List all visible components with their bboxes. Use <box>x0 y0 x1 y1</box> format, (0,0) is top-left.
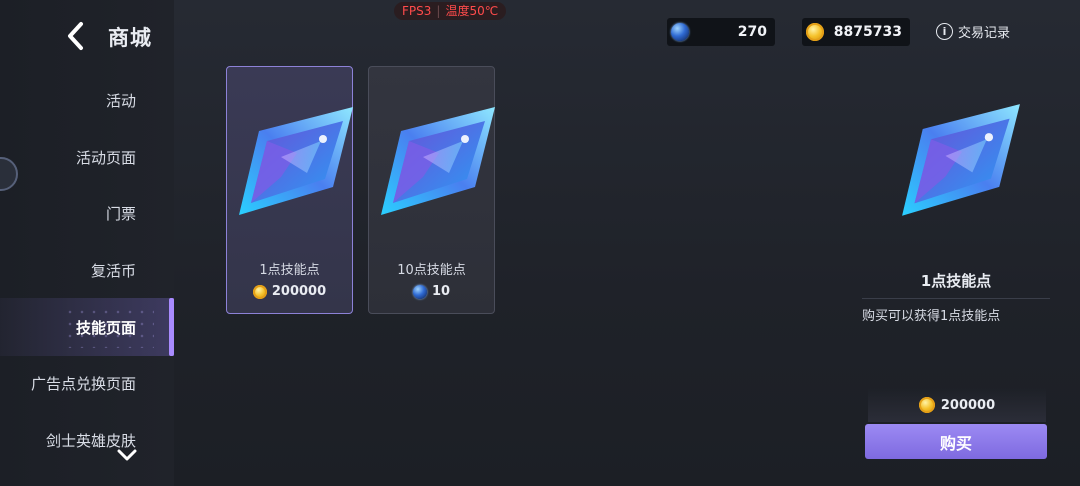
buy-button[interactable]: 购买 <box>865 424 1047 459</box>
diamond-gem-icon <box>381 107 495 215</box>
sidebar-item-skill-page[interactable]: 技能页面 <box>0 298 174 356</box>
orb-balance-value: 270 <box>737 24 767 40</box>
product-price: 10 <box>369 284 494 299</box>
product-card-10-skill-points[interactable]: 10点技能点 10 <box>368 66 495 314</box>
temperature-text: 温度50℃ <box>445 4 499 18</box>
coin-balance: 8875733 <box>802 18 910 46</box>
detail-description: 购买可以获得1点技能点 <box>862 309 1001 324</box>
product-name: 10点技能点 <box>397 263 466 278</box>
detail-product-name: 1点技能点 <box>920 272 992 290</box>
sidebar-item-ad-points-exchange[interactable]: 广告点兑换页面 <box>31 373 136 394</box>
transaction-history-label: 交易记录 <box>958 26 1011 41</box>
diamond-gem-icon <box>239 107 353 215</box>
gold-coin-icon <box>918 397 935 413</box>
back-arrow-icon[interactable] <box>62 20 90 52</box>
chevron-down-icon[interactable] <box>117 448 137 462</box>
sidebar-item-activity-page[interactable]: 活动页面 <box>76 147 136 168</box>
product-price-value: 200000 <box>271 284 327 299</box>
orb-balance: 270 <box>667 18 775 46</box>
gold-coin-icon <box>806 23 824 41</box>
detail-price: 200000 <box>868 388 1046 422</box>
page-title: 商城 <box>108 26 152 50</box>
transaction-history-button[interactable]: i 交易记录 <box>936 22 1010 41</box>
product-name: 1点技能点 <box>259 263 320 278</box>
divider: | <box>436 4 441 18</box>
active-indicator <box>169 298 174 356</box>
detail-price-value: 200000 <box>940 397 996 413</box>
divider <box>862 298 1050 299</box>
product-price: 200000 <box>227 284 352 299</box>
sidebar-item-label: 技能页面 <box>75 318 136 337</box>
product-card-1-skill-point[interactable]: 1点技能点 200000 <box>226 66 353 314</box>
sidebar-item-revive-coins[interactable]: 复活币 <box>91 260 136 281</box>
blue-orb-icon <box>671 23 689 41</box>
gold-coin-icon <box>252 284 267 299</box>
edge-avatar-icon[interactable] <box>0 157 18 191</box>
blue-orb-icon <box>412 284 427 299</box>
performance-overlay: FPS3 | 温度50℃ <box>394 2 507 20</box>
sidebar-item-activity[interactable]: 活动 <box>106 90 136 111</box>
detail-diamond-gem-icon <box>902 104 1020 216</box>
coin-balance-value: 8875733 <box>833 24 902 40</box>
fps-text: FPS3 <box>402 4 432 18</box>
sidebar-item-tickets[interactable]: 门票 <box>106 203 136 224</box>
product-price-value: 10 <box>431 284 451 299</box>
info-icon: i <box>936 23 953 40</box>
sidebar: 商城 活动 活动页面 门票 复活币 技能页面 广告点兑换页面 剑士英雄皮肤 <box>0 0 174 486</box>
